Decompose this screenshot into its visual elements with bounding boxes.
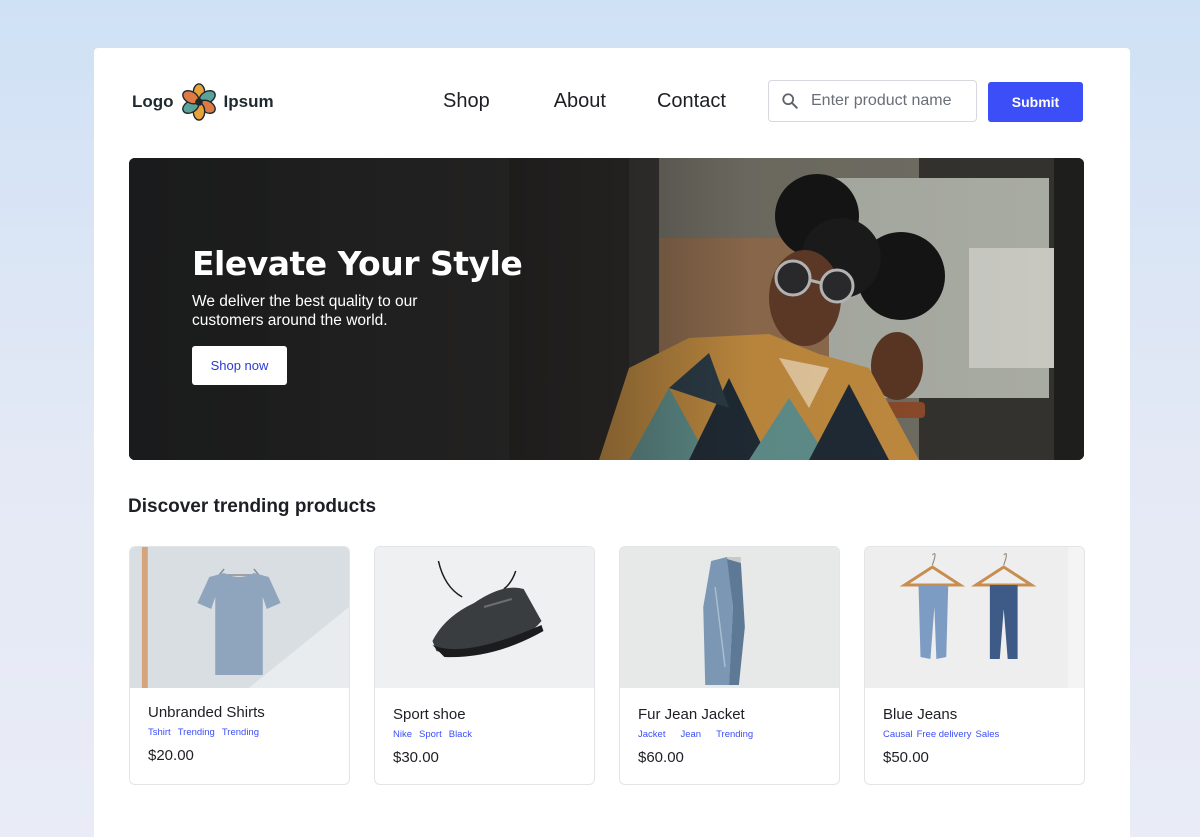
page-frame: Logo Ipsum Shop About Contact Submit (94, 48, 1130, 837)
product-name: Blue Jeans (883, 706, 958, 723)
product-tag[interactable]: Causal (883, 729, 913, 740)
product-tag[interactable]: Sport (419, 729, 442, 740)
product-tags: Jacket Jean Trending (638, 729, 753, 740)
search-icon (782, 93, 798, 109)
product-tag[interactable]: Trending (178, 727, 215, 738)
search-box (768, 80, 977, 122)
product-card[interactable]: Unbranded Shirts Tshirt Trending Trendin… (129, 546, 350, 785)
product-name: Unbranded Shirts (148, 704, 265, 721)
product-image-shoe (375, 547, 594, 688)
product-tags: Causal Free delivery Sales (883, 729, 999, 740)
nav-contact[interactable]: Contact (657, 90, 726, 113)
product-tag[interactable]: Jacket (638, 729, 665, 740)
main-nav: Shop About Contact (443, 90, 726, 113)
product-card[interactable]: Blue Jeans Causal Free delivery Sales $5… (864, 546, 1085, 785)
product-tag[interactable]: Black (449, 729, 472, 740)
shop-now-button[interactable]: Shop now (192, 346, 287, 385)
product-name: Sport shoe (393, 706, 466, 723)
hero-banner: Elevate Your Style We deliver the best q… (129, 158, 1084, 460)
product-tags: Nike Sport Black (393, 729, 472, 740)
product-card[interactable]: Fur Jean Jacket Jacket Jean Trending $60… (619, 546, 840, 785)
product-tag[interactable]: Nike (393, 729, 412, 740)
nav-about[interactable]: About (554, 90, 606, 113)
logo-text-right: Ipsum (223, 92, 274, 111)
product-tag[interactable]: Jean (680, 729, 701, 740)
hero-subtitle: We deliver the best quality to our custo… (192, 293, 418, 329)
product-tags: Tshirt Trending Trending (148, 727, 259, 738)
product-tag[interactable]: Tshirt (148, 727, 171, 738)
section-title: Discover trending products (128, 496, 377, 517)
flower-logo-icon (181, 83, 216, 121)
product-price: $20.00 (148, 747, 194, 764)
product-tag[interactable]: Trending (222, 727, 259, 738)
logo[interactable]: Logo Ipsum (132, 82, 274, 122)
product-price: $30.00 (393, 749, 439, 766)
hero-title: Elevate Your Style (192, 244, 523, 283)
product-tag[interactable]: Trending (716, 729, 753, 740)
product-image-tshirt (130, 547, 349, 688)
nav-shop[interactable]: Shop (443, 90, 490, 113)
product-name: Fur Jean Jacket (638, 706, 745, 723)
product-card[interactable]: Sport shoe Nike Sport Black $30.00 (374, 546, 595, 785)
product-tag[interactable]: Free delivery (917, 729, 972, 740)
product-image-jeans (865, 547, 1084, 688)
product-price: $60.00 (638, 749, 684, 766)
search-input[interactable] (811, 92, 961, 110)
product-tag[interactable]: Sales (976, 729, 1000, 740)
product-price: $50.00 (883, 749, 929, 766)
submit-button[interactable]: Submit (988, 82, 1083, 122)
logo-text-left: Logo (132, 92, 174, 111)
product-image-jacket (620, 547, 839, 688)
